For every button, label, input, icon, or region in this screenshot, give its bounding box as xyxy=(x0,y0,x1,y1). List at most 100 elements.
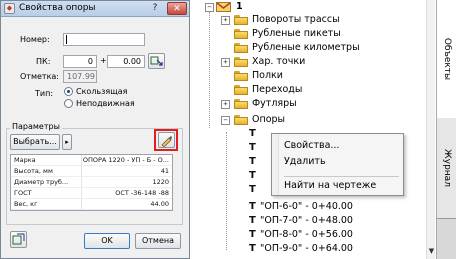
tree-folder-chopped-pickets[interactable]: Рубленые пикеты xyxy=(198,27,418,41)
plugin-icon xyxy=(12,233,25,245)
expand-icon[interactable]: + xyxy=(221,100,230,109)
menu-item-properties[interactable]: Свойства... xyxy=(284,140,339,151)
tree-folder-transitions[interactable]: Переходы xyxy=(198,83,418,97)
tree-item-label: Повороты трассы xyxy=(252,14,340,25)
tree-item-label: Полки xyxy=(252,70,283,81)
column-divider xyxy=(81,155,82,165)
choose-button[interactable]: Выбрать... xyxy=(10,134,60,150)
tree-root-label: 1 xyxy=(236,1,243,12)
pick-pk-button[interactable] xyxy=(148,53,165,69)
folder-icon xyxy=(234,85,248,95)
scroll-down-arrow-icon[interactable]: ▼ xyxy=(427,246,436,256)
tree-item-label: Хар. точки xyxy=(252,56,306,67)
property-value: 1220 xyxy=(152,178,169,186)
column-divider xyxy=(81,199,82,209)
table-row[interactable]: ГОСТ ОСТ -36-148 -88 xyxy=(11,188,172,199)
tree-folder-turns[interactable]: + Повороты трассы xyxy=(198,13,418,27)
tree-item-label: "ОП-7-0" - 0+48.00 xyxy=(260,215,353,226)
choose-arrow-button[interactable]: ▸ xyxy=(62,134,72,150)
tree-support-item[interactable]: T "ОП-7-0" - 0+48.00 xyxy=(198,214,418,228)
tree-folder-casings[interactable]: + Футляры xyxy=(198,97,418,111)
collapse-icon[interactable]: − xyxy=(205,3,214,12)
object-tree-panel: − 1 + Повороты трассы Рубленые пикеты Ру… xyxy=(198,0,434,259)
tree-item-label: Рубленые километры xyxy=(252,42,360,53)
column-divider xyxy=(81,177,82,187)
property-name: ГОСТ xyxy=(14,189,32,197)
tree-folder-chopped-kilometers[interactable]: Рубленые километры xyxy=(198,41,418,55)
type-label: Тип: xyxy=(35,89,54,98)
elevation-label: Отметка: xyxy=(20,72,60,81)
context-menu: Свойства... Удалить Найти на чертеже xyxy=(271,133,404,196)
side-tab-strip: Объекты Журнал xyxy=(436,0,456,259)
radio-fixed-label[interactable]: Неподвижная xyxy=(76,99,135,108)
text-caret xyxy=(66,35,67,44)
ok-button[interactable]: OK xyxy=(84,233,130,249)
expand-icon[interactable]: + xyxy=(221,58,230,67)
folder-icon xyxy=(234,29,248,39)
support-icon: T xyxy=(249,243,256,254)
parameters-label: Параметры xyxy=(10,122,62,131)
tree-item-label: Опоры xyxy=(252,114,286,125)
support-icon: T xyxy=(249,229,256,240)
route-envelope-icon xyxy=(216,2,231,12)
property-name: Марка xyxy=(14,156,36,164)
menu-item-delete[interactable]: Удалить xyxy=(284,156,326,167)
folder-icon xyxy=(234,115,248,125)
pk-label: ПК: xyxy=(36,57,51,66)
tree-folder-shelves[interactable]: Полки xyxy=(198,69,418,83)
cancel-button[interactable]: Отмена xyxy=(135,233,181,249)
collapse-icon[interactable]: − xyxy=(221,116,230,125)
support-properties-dialog: ◆ Свойства опоры ? ✕ Номер: ПК: 0 + 0.00… xyxy=(0,0,190,259)
menu-item-find-on-drawing[interactable]: Найти на чертеже xyxy=(284,180,376,191)
pick-from-drawing-icon xyxy=(161,136,172,148)
folder-icon xyxy=(234,43,248,53)
radio-sliding-label[interactable]: Скользящая xyxy=(76,87,127,96)
help-button[interactable]: ? xyxy=(147,3,163,14)
tree-item-label: "ОП-6-0" - 0+40.00 xyxy=(260,201,353,212)
support-icon: T xyxy=(249,170,256,181)
tree-item-label: "ОП-9-0" - 0+64.00 xyxy=(260,243,353,254)
folder-icon xyxy=(234,57,248,67)
tree-scrollbar[interactable]: ▼ xyxy=(426,0,435,259)
tab-objects[interactable]: Объекты xyxy=(437,0,456,119)
column-divider xyxy=(81,188,82,198)
pk-input[interactable]: 0 xyxy=(63,55,97,68)
pk-offset-input[interactable]: 0.00 xyxy=(107,55,145,68)
table-row[interactable]: Высота, мм 41 xyxy=(11,166,172,177)
tree-root[interactable]: − 1 xyxy=(198,0,418,14)
plugin-button[interactable] xyxy=(10,231,27,248)
property-value: 44.00 xyxy=(150,200,169,208)
table-row[interactable]: Диаметр труб... 1220 xyxy=(11,177,172,188)
menu-separator xyxy=(284,176,399,177)
tree-folder-supports[interactable]: − Опоры xyxy=(198,113,418,127)
tree-item-label: Переходы xyxy=(252,84,303,95)
tree-folder-char-points[interactable]: + Хар. точки xyxy=(198,55,418,69)
support-icon: T xyxy=(249,215,256,226)
tree-support-item[interactable]: T "ОП-9-0" - 0+64.00 xyxy=(198,242,418,256)
property-name: Диаметр труб... xyxy=(14,178,69,186)
folder-icon xyxy=(234,15,248,25)
close-button[interactable]: ✕ xyxy=(167,2,187,15)
tree-item-label: Рубленые пикеты xyxy=(252,28,341,39)
table-row[interactable]: Вес, кг 44.00 xyxy=(11,199,172,210)
radio-fixed[interactable] xyxy=(64,99,73,108)
pk-plus-sign: + xyxy=(100,56,107,65)
radio-sliding[interactable] xyxy=(64,87,73,96)
tab-journal-label: Журнал xyxy=(441,149,452,187)
expand-icon[interactable]: + xyxy=(221,16,230,25)
tree-item-label: Футляры xyxy=(252,98,297,109)
pick-point-icon xyxy=(150,56,163,66)
support-icon: T xyxy=(249,142,256,153)
elevation-field: 107.99 xyxy=(63,70,97,83)
tab-journal[interactable]: Журнал xyxy=(437,118,456,219)
dialog-title: Свойства опоры xyxy=(19,3,96,13)
tree-support-item[interactable]: T "ОП-6-0" - 0+40.00 xyxy=(198,200,418,214)
support-icon: T xyxy=(249,201,256,212)
support-icon: T xyxy=(249,156,256,167)
column-divider xyxy=(81,166,82,176)
pick-from-drawing-button[interactable] xyxy=(158,132,175,148)
tree-support-item[interactable]: T "ОП-8-0" - 0+56.00 xyxy=(198,228,418,242)
dialog-titlebar[interactable]: ◆ Свойства опоры ? ✕ xyxy=(1,1,189,17)
table-row[interactable]: Марка ОПОРА 1220 - УП - Б - О... xyxy=(11,155,172,166)
number-input[interactable] xyxy=(63,33,145,46)
